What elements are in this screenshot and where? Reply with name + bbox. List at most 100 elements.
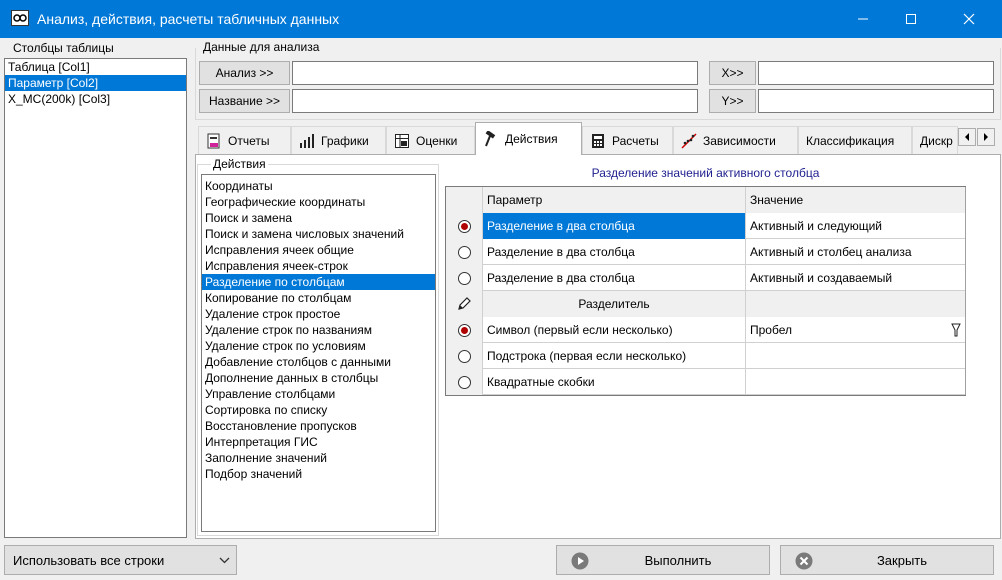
action-list-item[interactable]: Дополнение данных в столбцы <box>202 370 435 386</box>
column-list-item[interactable]: Параметр [Col2] <box>5 75 186 91</box>
action-list-item[interactable]: Интерпретация ГИС <box>202 434 435 450</box>
scatter-icon <box>681 132 697 149</box>
row-selector[interactable] <box>446 265 483 291</box>
action-list-item[interactable]: Копирование по столбцам <box>202 290 435 306</box>
grid-row[interactable]: Разделение в два столбца Активный и следу… <box>446 213 966 239</box>
param-cell[interactable]: Квадратные скобки <box>483 369 746 395</box>
tab-scroll-left-button[interactable] <box>958 128 976 146</box>
columns-panel-title: Столбцы таблицы <box>13 41 114 55</box>
value-cell[interactable] <box>746 291 966 317</box>
action-list-item[interactable]: Добавление столбцов с данными <box>202 354 435 370</box>
y-button[interactable]: Y>> <box>709 89 756 113</box>
action-list-item[interactable]: Удаление строк по названиям <box>202 322 435 338</box>
value-cell[interactable] <box>746 343 966 369</box>
actions-list[interactable]: Координаты Географические координаты Поиск… <box>201 174 436 532</box>
tab-1[interactable]: Графики <box>291 126 386 154</box>
tab-label: Действия <box>505 132 558 146</box>
grid-row[interactable]: Подстрока (первая если несколько) <box>446 343 966 369</box>
close-button-label: Закрыть <box>876 552 928 568</box>
radio-checked-icon[interactable] <box>457 219 471 233</box>
name-button[interactable]: Название >> <box>199 89 290 113</box>
action-list-item[interactable]: Разделение по столбцам <box>202 274 435 290</box>
action-list-item[interactable]: Удаление строк по условиям <box>202 338 435 354</box>
column-list-item[interactable]: Таблица [Col1] <box>5 59 186 75</box>
value-cell[interactable] <box>746 369 966 395</box>
calculator-icon <box>590 133 606 149</box>
chevron-left-icon <box>965 133 969 141</box>
action-list-item[interactable]: Восстановление пропусков <box>202 418 435 434</box>
column-list-item[interactable]: X_MC(200k) [Col3] <box>5 91 186 107</box>
action-list-item[interactable]: Координаты <box>202 178 435 194</box>
radio-checked-icon[interactable] <box>457 323 471 337</box>
tab-label: Классификация <box>806 133 895 148</box>
action-list-item[interactable]: Подбор значений <box>202 466 435 482</box>
param-cell[interactable]: Разделение в два столбца <box>483 239 746 265</box>
row-selector[interactable] <box>446 317 483 343</box>
action-list-item[interactable]: Исправления ячеек-строк <box>202 258 435 274</box>
parameters-grid[interactable]: Параметр Значение Разделение в два столб… <box>445 186 966 396</box>
chevron-down-icon <box>219 557 230 564</box>
radio-unchecked-icon[interactable] <box>457 349 471 363</box>
tab-scroll-right-button[interactable] <box>977 128 995 146</box>
tab-0[interactable]: Отчеты <box>198 126 291 154</box>
param-cell[interactable]: Подстрока (первая если несколько) <box>483 343 746 369</box>
row-selector[interactable] <box>446 291 483 317</box>
tab-2[interactable]: Оценки <box>386 126 475 154</box>
radio-unchecked-icon[interactable] <box>457 245 471 259</box>
tab-5[interactable]: Зависимости <box>673 126 798 154</box>
param-cell[interactable]: Разделение в два столбца <box>483 213 746 239</box>
value-cell[interactable]: Активный и создаваемый <box>746 265 966 291</box>
grid-header-row: Параметр Значение <box>446 187 966 213</box>
row-selector[interactable] <box>446 343 483 369</box>
x-field[interactable] <box>758 61 994 85</box>
value-cell[interactable]: Активный и столбец анализа <box>746 239 966 265</box>
action-list-item[interactable]: Сортировка по списку <box>202 402 435 418</box>
row-selector[interactable] <box>446 369 483 395</box>
y-field[interactable] <box>758 89 994 113</box>
grid-row[interactable]: Разделение в два столбца Активный и столб… <box>446 239 966 265</box>
x-button[interactable]: X>> <box>709 61 756 85</box>
minimize-button[interactable] <box>840 0 886 38</box>
action-list-item[interactable]: Исправления ячеек общие <box>202 242 435 258</box>
grid-section-row[interactable]: Разделитель <box>446 291 966 317</box>
action-list-item[interactable]: Поиск и замена числовых значений <box>202 226 435 242</box>
row-selector[interactable] <box>446 213 483 239</box>
radio-unchecked-icon[interactable] <box>457 375 471 389</box>
param-cell[interactable]: Разделитель <box>483 291 746 317</box>
row-selector[interactable] <box>446 239 483 265</box>
action-list-item[interactable]: Удаление строк простое <box>202 306 435 322</box>
dropdown-funnel-icon[interactable] <box>951 322 961 338</box>
radio-unchecked-icon[interactable] <box>457 271 471 285</box>
close-button[interactable]: Закрыть <box>780 545 994 575</box>
row-mode-select[interactable]: Использовать все строки <box>4 545 237 575</box>
table-icon <box>394 133 410 149</box>
analysis-field[interactable] <box>292 61 698 85</box>
tab-6[interactable]: Классификация <box>798 126 912 154</box>
param-cell[interactable]: Разделение в два столбца <box>483 265 746 291</box>
minimize-icon <box>858 18 868 20</box>
grid-row[interactable]: Символ (первый если несколько) Пробел <box>446 317 966 343</box>
action-list-item[interactable]: Управление столбцами <box>202 386 435 402</box>
analysis-button[interactable]: Анализ >> <box>199 61 290 85</box>
row-mode-value: Использовать все строки <box>13 552 165 568</box>
grid-header-value: Значение <box>746 187 966 213</box>
tab-3[interactable]: Действия <box>475 122 582 155</box>
grid-row[interactable]: Квадратные скобки <box>446 369 966 395</box>
action-list-item[interactable]: Географические координаты <box>202 194 435 210</box>
maximize-button[interactable] <box>888 0 934 38</box>
tab-7[interactable]: Дискр <box>912 126 958 154</box>
value-cell[interactable]: Активный и следующий <box>746 213 966 239</box>
run-button-label: Выполнить <box>644 552 712 568</box>
tab-4[interactable]: Расчеты <box>582 126 673 154</box>
action-list-item[interactable]: Заполнение значений <box>202 450 435 466</box>
name-field[interactable] <box>292 89 698 113</box>
columns-list[interactable]: Таблица [Col1] Параметр [Col2] X_MC(200k) … <box>4 58 187 538</box>
tab-label: Оценки <box>416 133 458 148</box>
param-cell[interactable]: Символ (первый если несколько) <box>483 317 746 343</box>
run-button[interactable]: Выполнить <box>556 545 770 575</box>
action-list-item[interactable]: Поиск и замена <box>202 210 435 226</box>
value-cell[interactable]: Пробел <box>746 317 966 343</box>
grid-row[interactable]: Разделение в два столбца Активный и созда… <box>446 265 966 291</box>
close-window-button[interactable] <box>946 0 992 38</box>
pencil-icon <box>458 297 471 310</box>
